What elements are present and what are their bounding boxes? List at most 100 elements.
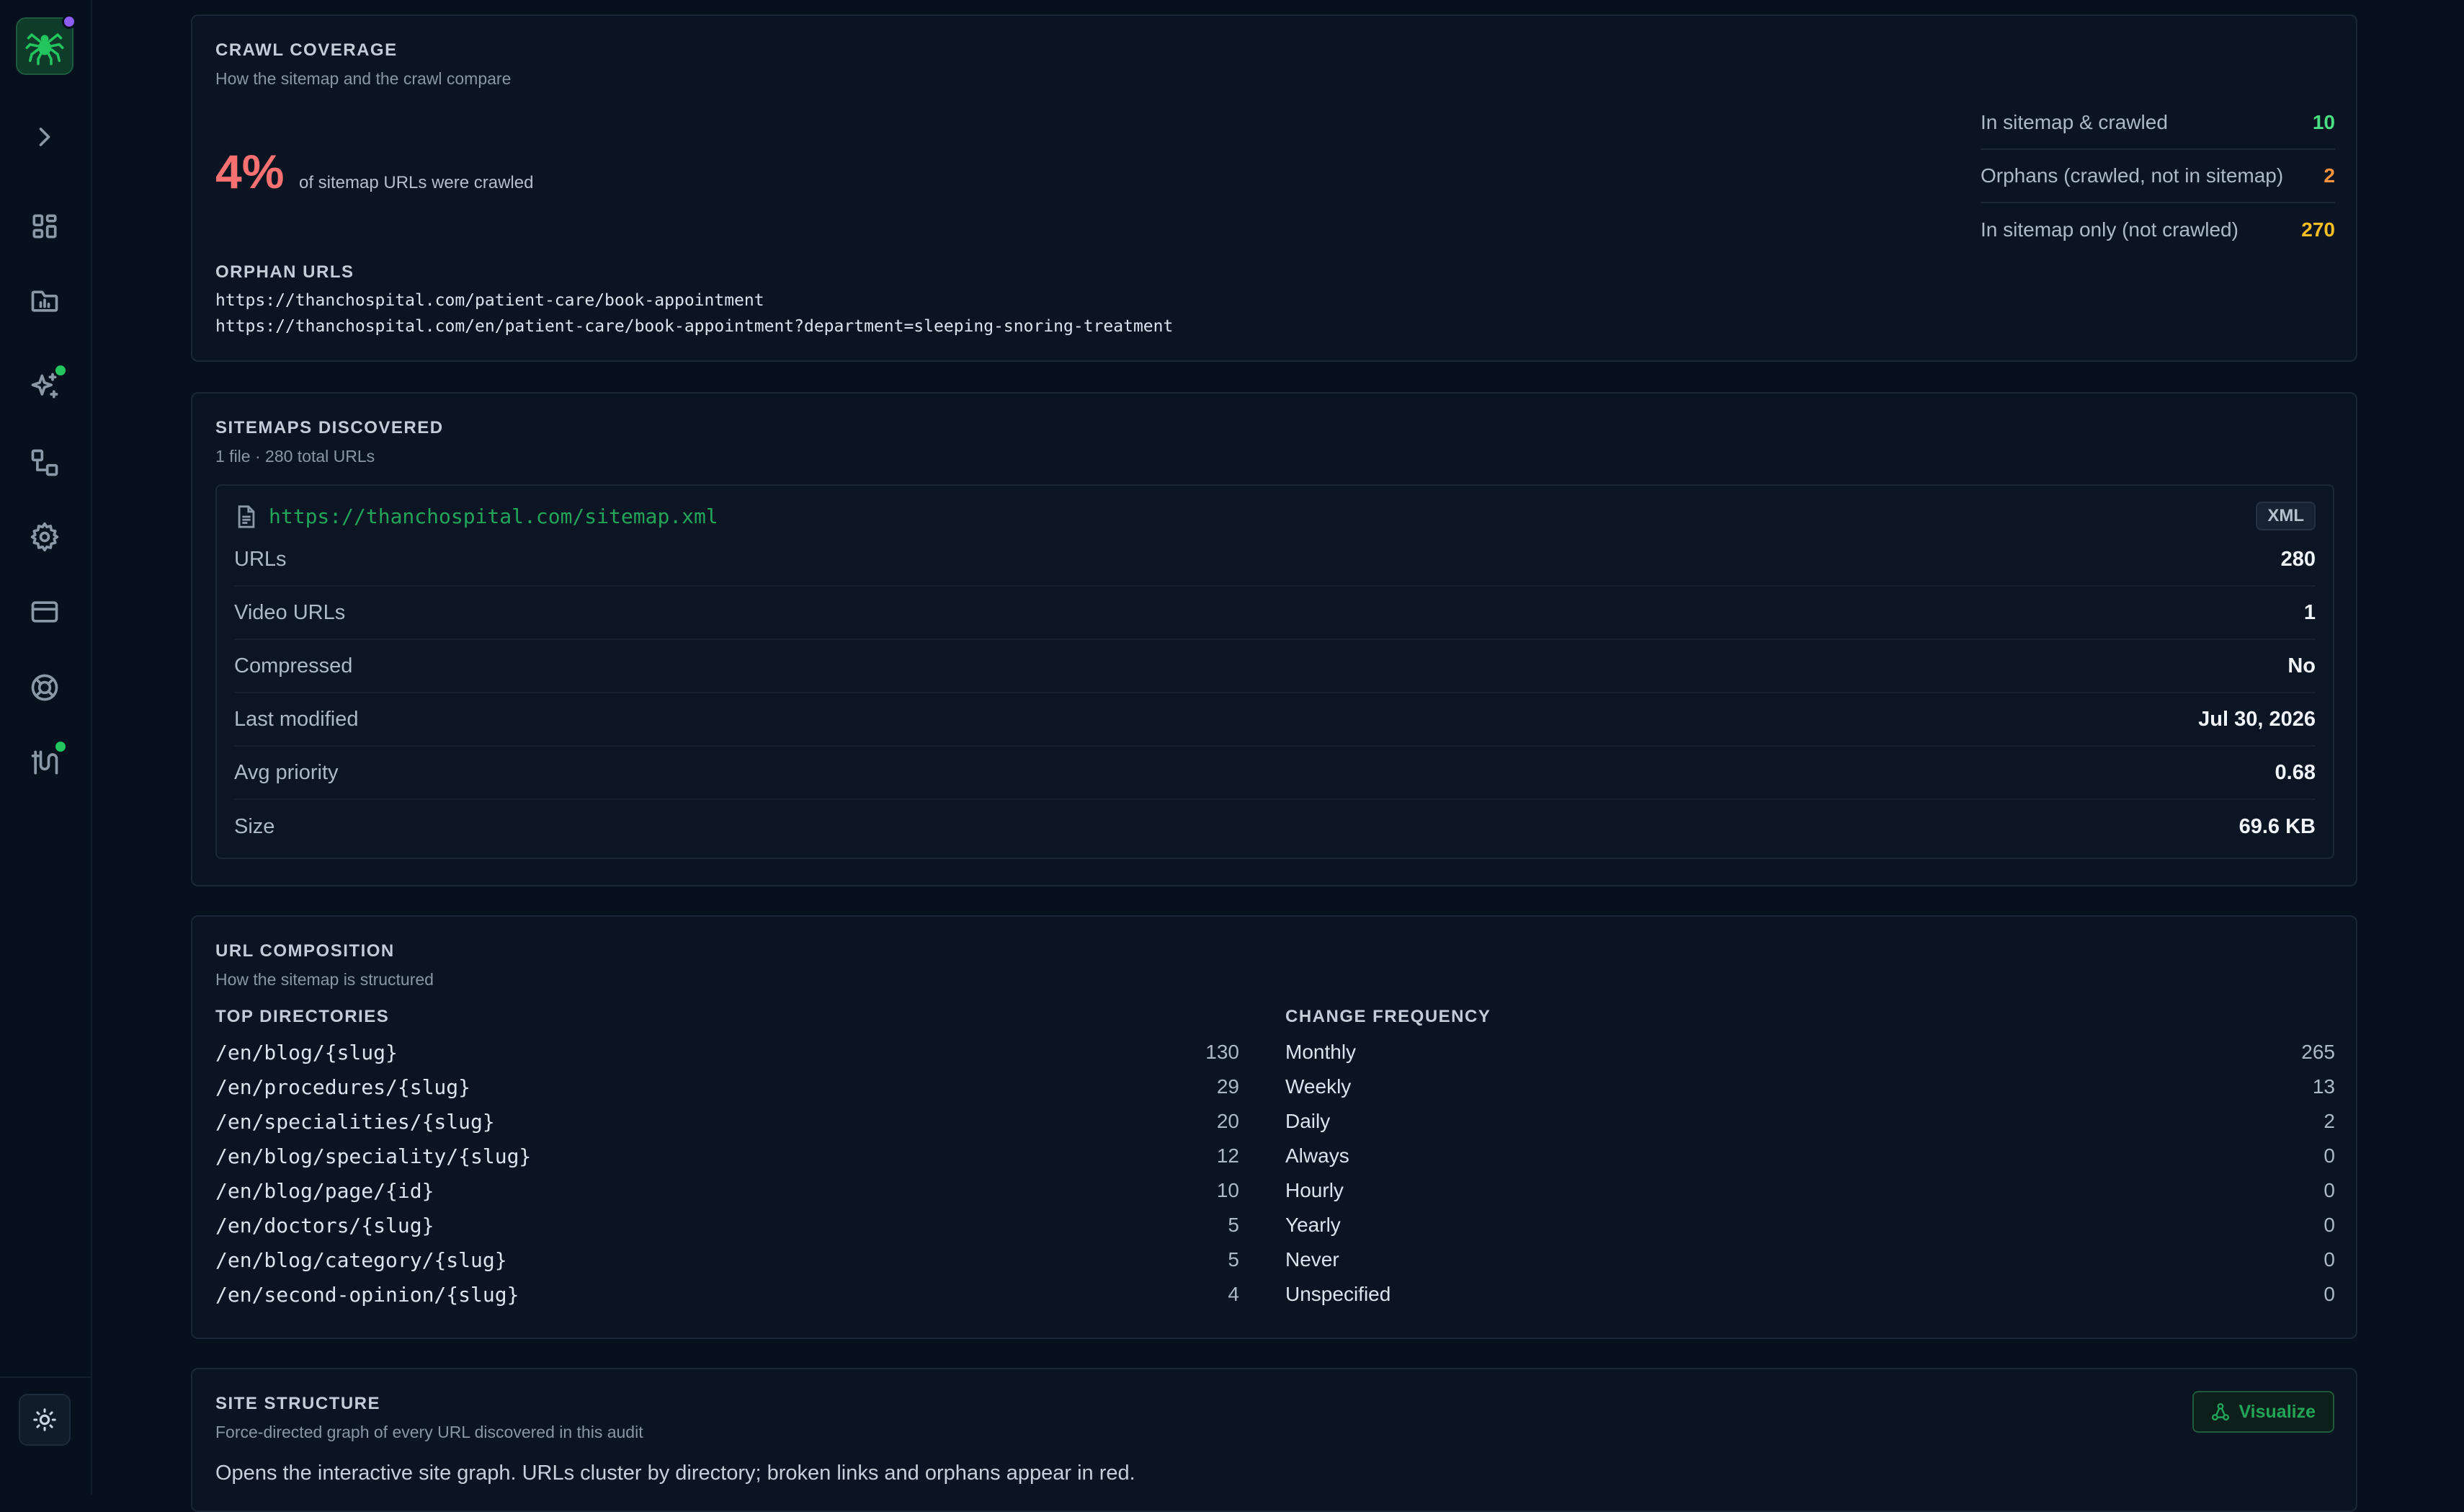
file-icon: [236, 504, 257, 529]
directory-path: /en/blog/category/{slug}: [215, 1248, 507, 1272]
visualize-label: Visualize: [2238, 1401, 2316, 1422]
directory-count: 10: [1216, 1179, 1239, 1201]
sitemap-row-avg-priority: Avg priority 0.68: [234, 747, 2316, 800]
folder-chart-icon[interactable]: [23, 280, 66, 323]
frequency-count: 265: [2301, 1041, 2335, 1063]
coverage-percent-desc: of sitemap URLs were crawled: [299, 173, 534, 192]
directory-row: /en/procedures/{slug} 29: [215, 1069, 1239, 1104]
frequency-label: Never: [1285, 1248, 1339, 1271]
visualize-button[interactable]: Visualize: [2192, 1391, 2334, 1433]
card-subtitle: Force-directed graph of every URL discov…: [215, 1423, 643, 1441]
frequency-label: Monthly: [1285, 1041, 1357, 1063]
directory-row: /en/blog/page/{id} 10: [215, 1173, 1239, 1208]
spider-logo[interactable]: [16, 14, 76, 75]
frequency-label: Hourly: [1285, 1179, 1344, 1201]
directory-path: /en/blog/page/{id}: [215, 1178, 434, 1203]
directory-path: /en/procedures/{slug}: [215, 1075, 471, 1099]
frequency-label: Daily: [1285, 1110, 1331, 1132]
chevron-right-icon[interactable]: [23, 115, 66, 159]
directory-path: /en/specialities/{slug}: [215, 1109, 495, 1134]
dashboard-icon[interactable]: [23, 205, 66, 248]
directory-count: 5: [1228, 1248, 1239, 1271]
directory-row: /en/blog/category/{slug} 5: [215, 1242, 1239, 1277]
directory-count: 5: [1228, 1214, 1239, 1236]
directory-count: 12: [1216, 1144, 1239, 1167]
frequency-label: Yearly: [1285, 1214, 1341, 1236]
crawl-coverage-card: CRAWL COVERAGE How the sitemap and the c…: [191, 14, 2357, 362]
frequency-row: Yearly 0: [1285, 1208, 2335, 1242]
card-title: URL COMPOSITION: [215, 941, 395, 961]
frequency-count: 13: [2312, 1075, 2335, 1098]
directory-count: 20: [1216, 1110, 1239, 1132]
directory-row: /en/second-opinion/{slug} 4: [215, 1277, 1239, 1312]
row-label: Size: [234, 814, 275, 838]
coverage-percent: 4%: [215, 145, 285, 198]
row-value: Jul 30, 2026: [2198, 707, 2316, 731]
integration-dot: [53, 739, 68, 754]
card-subtitle: How the sitemap is structured: [215, 970, 434, 989]
directory-path: /en/blog/speciality/{slug}: [215, 1144, 532, 1168]
frequency-row: Hourly 0: [1285, 1173, 2335, 1208]
sidebar-divider: [0, 1377, 91, 1378]
stat-label: In sitemap & crawled: [1981, 111, 2168, 133]
sitemap-row-last-modified: Last modified Jul 30, 2026: [234, 693, 2316, 747]
theme-toggle-button[interactable]: [19, 1394, 71, 1446]
top-directories-heading: TOP DIRECTORIES: [215, 1007, 390, 1026]
sitemap-row-size: Size 69.6 KB: [234, 800, 2316, 853]
orphan-url[interactable]: https://thanchospital.com/en/patient-car…: [215, 317, 1173, 336]
directory-count: 130: [1205, 1041, 1239, 1063]
sun-icon: [33, 1408, 56, 1431]
row-label: URLs: [234, 547, 287, 571]
frequency-row: Weekly 13: [1285, 1069, 2335, 1104]
stat-row-sitemap-only: In sitemap only (not crawled) 270: [1981, 203, 2335, 257]
sitemap-url-link[interactable]: https://thanchospital.com/sitemap.xml: [269, 504, 718, 528]
card-title: CRAWL COVERAGE: [215, 40, 398, 60]
frequency-count: 0: [2324, 1144, 2335, 1167]
card-title: SITEMAPS DISCOVERED: [215, 418, 444, 437]
row-label: Compressed: [234, 654, 353, 677]
stat-value: 270: [2301, 218, 2335, 241]
spider-icon: [25, 32, 64, 66]
frequency-label: Unspecified: [1285, 1283, 1391, 1305]
frequency-count: 0: [2324, 1214, 2335, 1236]
frequency-row: Unspecified 0: [1285, 1277, 2335, 1312]
card-title: SITE STRUCTURE: [215, 1394, 381, 1413]
url-composition-card: URL COMPOSITION How the sitemap is struc…: [191, 915, 2357, 1339]
directory-count: 29: [1216, 1075, 1239, 1098]
stat-value: 2: [2324, 164, 2335, 187]
row-label: Last modified: [234, 707, 359, 731]
orphan-url[interactable]: https://thanchospital.com/patient-care/b…: [215, 291, 764, 310]
directory-path: /en/blog/{slug}: [215, 1040, 398, 1064]
sitemap-row-urls: URLs 280: [234, 533, 2316, 587]
frequency-count: 2: [2324, 1110, 2335, 1132]
stat-row-orphans: Orphans (crawled, not in sitemap) 2: [1981, 150, 2335, 203]
row-value: 1: [2303, 600, 2316, 624]
directory-count: 4: [1228, 1283, 1239, 1305]
frequency-row: Always 0: [1285, 1139, 2335, 1173]
row-label: Video URLs: [234, 600, 346, 624]
directory-row: /en/blog/{slug} 130: [215, 1035, 1239, 1069]
frequency-count: 0: [2324, 1283, 2335, 1305]
directory-path: /en/doctors/{slug}: [215, 1213, 434, 1237]
frequency-row: Monthly 265: [1285, 1035, 2335, 1069]
row-value: 69.6 KB: [2238, 814, 2316, 838]
graph-icon: [2212, 1402, 2230, 1421]
card-subtitle: How the sitemap and the crawl compare: [215, 69, 512, 88]
notification-dot: [62, 14, 76, 29]
sitemaps-discovered-card: SITEMAPS DISCOVERED 1 file · 280 total U…: [191, 392, 2357, 886]
frequency-row: Never 0: [1285, 1242, 2335, 1277]
integrations-icon[interactable]: [23, 739, 68, 784]
workflow-icon[interactable]: [23, 441, 66, 484]
sparkles-icon[interactable]: [23, 363, 68, 408]
frequency-count: 0: [2324, 1248, 2335, 1271]
sitemap-file: https://thanchospital.com/sitemap.xml XM…: [215, 484, 2334, 859]
stat-value: 10: [2312, 111, 2335, 133]
change-frequency-heading: CHANGE FREQUENCY: [1285, 1007, 1491, 1026]
frequency-row: Daily 2: [1285, 1104, 2335, 1139]
lifebuoy-icon[interactable]: [23, 666, 66, 709]
gear-icon[interactable]: [23, 515, 66, 559]
stat-label: In sitemap only (not crawled): [1981, 218, 2238, 241]
frequency-count: 0: [2324, 1179, 2335, 1201]
credit-card-icon[interactable]: [23, 590, 66, 633]
card-subtitle: 1 file · 280 total URLs: [215, 447, 375, 466]
